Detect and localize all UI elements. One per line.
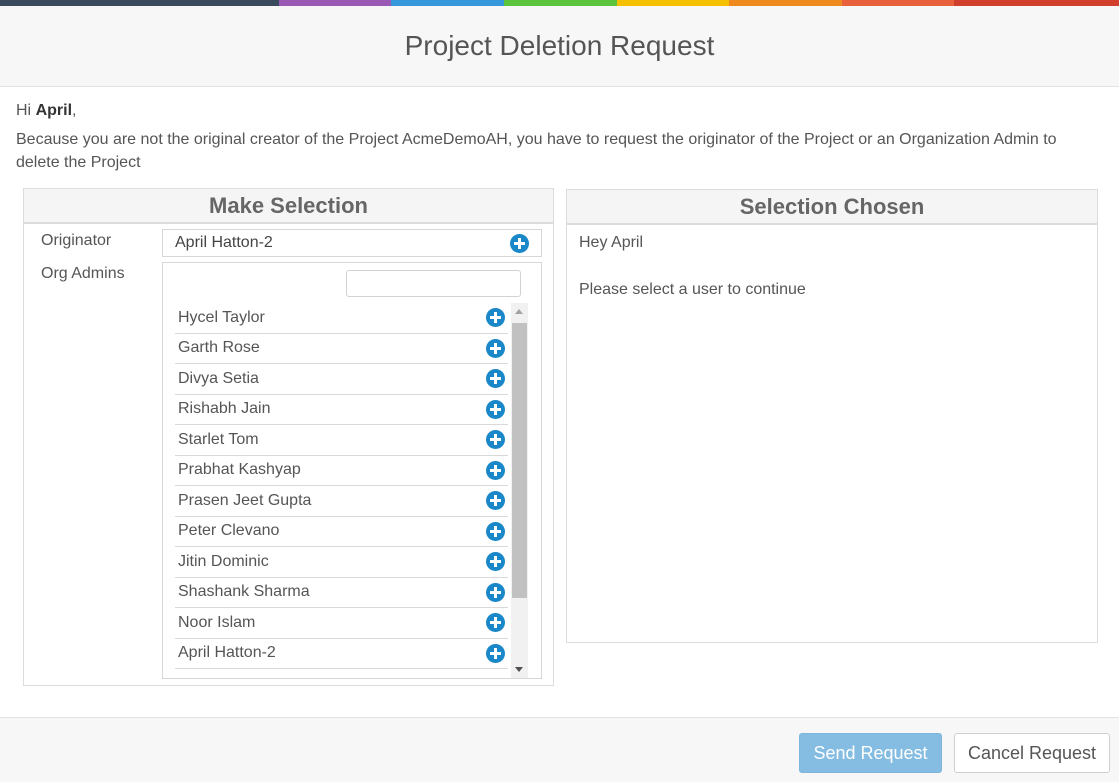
admin-name: Noor Islam [178, 613, 256, 631]
admin-name: Starlet Tom [178, 430, 259, 448]
admin-list-item[interactable]: Hycel Taylor [175, 303, 508, 334]
greeting-prefix: Hi [16, 102, 36, 119]
plus-circle-icon[interactable] [486, 369, 505, 388]
scroll-up-arrow-icon[interactable] [511, 303, 528, 320]
plus-circle-icon[interactable] [486, 399, 505, 419]
greeting-name: April [35, 102, 73, 119]
admin-list-item[interactable]: Peter Clevano [175, 517, 508, 547]
send-request-button[interactable]: Send Request [799, 733, 942, 773]
make-selection-title: Make Selection [24, 189, 553, 224]
make-selection-panel: Make Selection Originator April Hatton-2… [23, 188, 554, 686]
admin-list-item[interactable]: Divya Setia [175, 364, 508, 395]
originator-label: Originator [41, 232, 112, 249]
admin-name: Jitin Dominic [178, 552, 269, 570]
greeting-suffix: , [72, 102, 77, 119]
plus-circle-icon[interactable] [510, 234, 529, 253]
scroll-down-arrow-icon[interactable] [511, 661, 528, 678]
plus-circle-icon[interactable] [486, 491, 505, 510]
admin-name: Prasen Jeet Gupta [178, 491, 312, 509]
admin-list-item[interactable]: Garth Rose [175, 334, 508, 364]
modal-header: Project Deletion Request [0, 6, 1119, 87]
chosen-greeting: Hey April [579, 234, 644, 251]
plus-circle-icon[interactable] [486, 430, 505, 449]
plus-circle-icon[interactable] [486, 338, 505, 358]
admin-name: Divya Setia [178, 369, 259, 387]
org-admins-box: Hycel Taylor Garth Rose Divya Setia Rishabh… [162, 262, 542, 679]
scroll-thumb[interactable] [512, 323, 527, 598]
admin-list: Hycel Taylor Garth Rose Divya Setia Rishabh… [175, 303, 508, 678]
selection-chosen-title: Selection Chosen [567, 190, 1097, 225]
admin-name: Prabhat Kashyap [178, 461, 301, 479]
plus-circle-icon[interactable] [486, 582, 505, 602]
selection-chosen-panel: Selection Chosen Hey April Please select… [566, 189, 1098, 643]
admin-name: Hycel Taylor [178, 308, 265, 326]
modal-title: Project Deletion Request [404, 30, 715, 61]
admin-list-item[interactable]: Prabhat Kashyap [175, 456, 508, 486]
originator-name: April Hatton-2 [175, 234, 273, 251]
admin-name: Shashank Sharma [178, 583, 310, 601]
cancel-request-button[interactable]: Cancel Request [954, 733, 1110, 773]
explanation-text: Because you are not the original creator… [16, 131, 1057, 171]
admin-name: Rishabh Jain [178, 400, 271, 418]
admin-list-item[interactable]: Prasen Jeet Gupta [175, 486, 508, 517]
admin-list-item[interactable]: Starlet Tom [175, 425, 508, 456]
admin-name: April Hatton-2 [178, 644, 276, 662]
chosen-message: Please select a user to continue [579, 281, 806, 298]
greeting: Hi April, [16, 102, 76, 120]
plus-circle-icon[interactable] [486, 521, 505, 541]
plus-circle-icon[interactable] [486, 613, 505, 632]
admin-list-item[interactable]: Rishabh Jain [175, 395, 508, 425]
plus-circle-icon[interactable] [486, 643, 505, 663]
admin-list-item[interactable]: April Hatton-2 [175, 639, 508, 669]
admin-list-item[interactable]: Noor Islam [175, 608, 508, 639]
admin-list-scrollbar[interactable] [511, 303, 528, 678]
admin-list-item[interactable]: Jitin Dominic [175, 547, 508, 578]
admin-search-input[interactable] [346, 270, 521, 297]
originator-field: April Hatton-2 [162, 229, 542, 257]
org-admins-label: Org Admins [41, 265, 125, 282]
plus-circle-icon[interactable] [486, 308, 505, 327]
admin-name: Peter Clevano [178, 522, 280, 540]
plus-circle-icon[interactable] [486, 552, 505, 571]
plus-circle-icon[interactable] [486, 460, 505, 480]
modal-footer: Send Request Cancel Request [0, 717, 1119, 782]
admin-list-item[interactable]: Shashank Sharma [175, 578, 508, 608]
admin-name: Garth Rose [178, 339, 260, 357]
